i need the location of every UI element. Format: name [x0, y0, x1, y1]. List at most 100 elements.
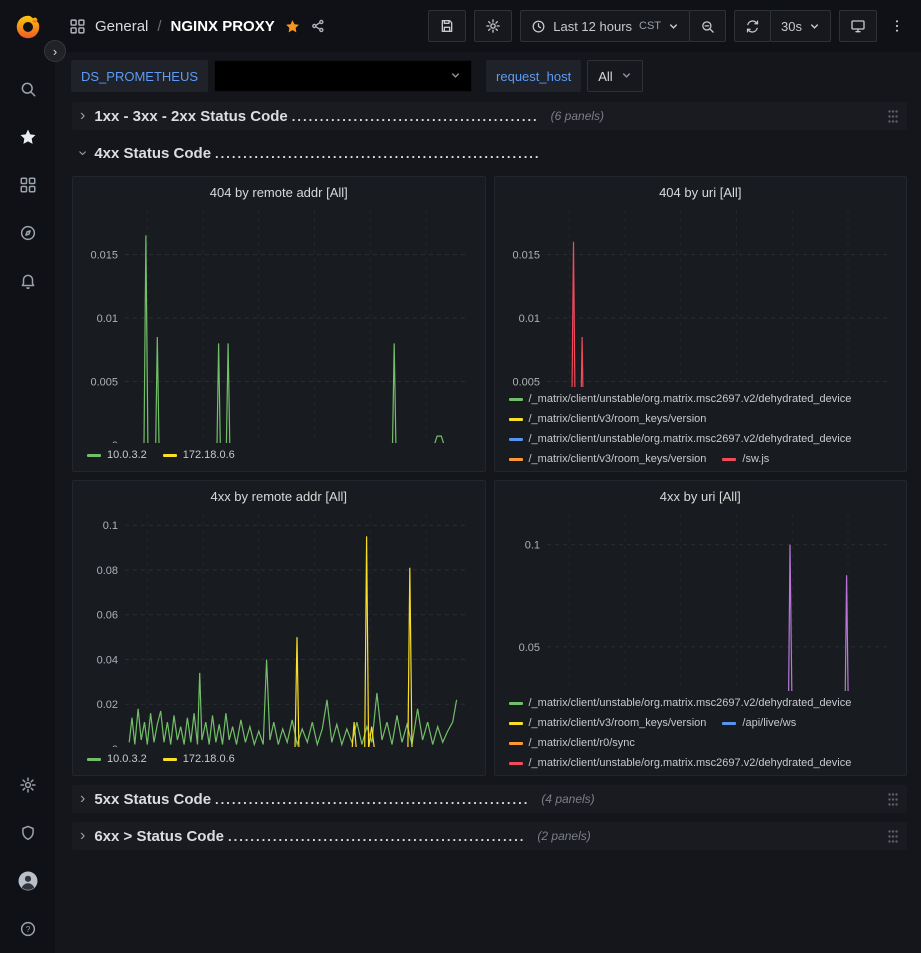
legend-label: /sw.js	[742, 449, 769, 467]
legend-item[interactable]: /_matrix/client/unstable/org.matrix.msc2…	[509, 389, 852, 409]
sidebar-item-server-admin[interactable]	[0, 809, 55, 857]
variable-datasource: DS_PROMETHEUS	[71, 60, 472, 92]
sidebar-item-explore[interactable]	[0, 209, 55, 257]
refresh-interval-picker[interactable]: 30s	[770, 10, 831, 42]
sidebar-item-configuration[interactable]	[0, 761, 55, 809]
svg-text:0: 0	[112, 440, 118, 443]
refresh-icon	[745, 19, 760, 34]
variable-label-ds-prometheus: DS_PROMETHEUS	[71, 60, 208, 92]
legend-item[interactable]: /_matrix/client/r0/sync	[509, 733, 635, 753]
legend-item[interactable]: /api/live/ws	[722, 713, 796, 733]
panel-chart[interactable]: 00.0050.010.01508:0010:0012:0014:0016:00…	[503, 202, 899, 387]
variable-request-host: request_host All	[486, 60, 643, 92]
row-drag-handle[interactable]	[887, 109, 899, 124]
row-title[interactable]: 6xx > Status Code	[94, 828, 224, 845]
row-4xx-status-code[interactable]: › 4xx Status Code ......................…	[72, 139, 907, 167]
panel-title[interactable]: 404 by remote addr [All]	[81, 181, 477, 202]
svg-text:0.05: 0.05	[518, 642, 539, 654]
svg-text:0.005: 0.005	[90, 376, 118, 388]
legend-item[interactable]: 172.18.0.6	[163, 749, 235, 769]
sidebar-item-help[interactable]: ?	[0, 905, 55, 953]
sidebar-item-alerting[interactable]	[0, 257, 55, 305]
panel-chart[interactable]: 00.050.108:0010:0012:0014:0016:0018:00	[503, 506, 899, 691]
legend-row: /_matrix/client/r0/sync	[509, 733, 897, 753]
clock-icon	[531, 19, 546, 34]
datasource-select[interactable]	[214, 60, 472, 92]
breadcrumb: General / NGINX PROXY	[69, 18, 420, 35]
row-6xx-status-code[interactable]: › 6xx > Status Code ....................…	[72, 822, 907, 850]
dashboard-canvas: › 1xx - 3xx - 2xx Status Code ..........…	[55, 98, 921, 953]
legend-row: 10.0.3.2 172.18.0.6	[87, 445, 475, 465]
refresh-button[interactable]	[734, 10, 771, 42]
save-dashboard-button[interactable]	[428, 10, 466, 42]
legend-item[interactable]: 10.0.3.2	[87, 749, 147, 769]
sidebar-expand-button[interactable]: ›	[44, 40, 66, 62]
cycle-view-mode-button[interactable]	[839, 10, 877, 42]
row-title[interactable]: 5xx Status Code	[94, 791, 211, 808]
legend-label: /_matrix/client/unstable/org.matrix.msc2…	[529, 753, 852, 771]
breadcrumb-section[interactable]: General	[95, 18, 148, 35]
row-drag-handle[interactable]	[887, 829, 899, 844]
time-range-picker[interactable]: Last 12 hours CST	[520, 10, 690, 42]
share-icon[interactable]	[310, 18, 326, 34]
legend-item[interactable]: /_matrix/client/unstable/org.matrix.msc2…	[509, 753, 852, 771]
legend-label: /api/live/ws	[742, 713, 796, 733]
svg-text:0.005: 0.005	[512, 376, 540, 387]
legend-item[interactable]: /_matrix/client/unstable/org.matrix.msc2…	[509, 693, 852, 713]
sidebar-item-dashboards[interactable]	[0, 161, 55, 209]
more-options-button[interactable]	[885, 10, 909, 42]
panel-chart[interactable]: 00.0050.010.01508:0010:0012:0014:0016:00…	[81, 202, 477, 443]
header-toolbar: Last 12 hours CST	[428, 10, 909, 42]
drag-dots-icon	[887, 109, 899, 124]
panel-chart[interactable]: 00.020.040.060.080.108:0010:0012:0014:00…	[81, 506, 477, 747]
star-icon	[18, 127, 38, 147]
main-area: General / NGINX PROXY	[55, 0, 921, 953]
row-title[interactable]: 4xx Status Code	[94, 145, 211, 162]
breadcrumb-title[interactable]: NGINX PROXY	[171, 18, 275, 35]
legend-row: /_matrix/client/unstable/org.matrix.msc2…	[509, 429, 897, 449]
legend-swatch	[509, 438, 523, 441]
legend-row: /_matrix/client/v3/room_keys/version	[509, 409, 897, 429]
panel-title[interactable]: 4xx by uri [All]	[503, 485, 899, 506]
panel-title[interactable]: 404 by uri [All]	[503, 181, 899, 202]
svg-text:0.015: 0.015	[512, 249, 540, 261]
legend-label: /_matrix/client/unstable/org.matrix.msc2…	[529, 429, 852, 449]
shield-icon	[19, 824, 37, 842]
legend-row: /_matrix/client/v3/room_keys/version/api…	[509, 713, 897, 733]
legend-item[interactable]: /_matrix/client/unstable/org.matrix.msc2…	[509, 429, 852, 449]
legend-swatch	[722, 458, 736, 461]
dashboards-grid-icon	[19, 176, 37, 194]
legend-label: 10.0.3.2	[107, 445, 147, 465]
request-host-select[interactable]: All	[587, 60, 642, 92]
legend-item[interactable]: /_matrix/client/v3/room_keys/version	[509, 713, 707, 733]
row-title-dots: ........................................…	[215, 146, 541, 161]
legend-swatch	[87, 454, 101, 457]
grafana-logo-icon	[13, 12, 43, 42]
legend-row: /_matrix/client/v3/room_keys/version/sw.…	[509, 449, 897, 467]
row-1xx-3xx-2xx-status-code[interactable]: › 1xx - 3xx - 2xx Status Code ..........…	[72, 102, 907, 130]
kebab-menu-icon	[889, 18, 905, 34]
sidebar-item-starred[interactable]	[0, 113, 55, 161]
row-title-dots: ........................................…	[228, 829, 525, 844]
grafana-logo-icon[interactable]	[13, 12, 43, 47]
zoom-out-button[interactable]	[689, 10, 726, 42]
row-title[interactable]: 1xx - 3xx - 2xx Status Code	[94, 108, 287, 125]
legend-item[interactable]: 172.18.0.6	[163, 445, 235, 465]
compass-icon	[19, 224, 37, 242]
legend-item[interactable]: 10.0.3.2	[87, 445, 147, 465]
sidebar-item-profile[interactable]	[0, 857, 55, 905]
row-5xx-status-code[interactable]: › 5xx Status Code ......................…	[72, 785, 907, 813]
dashboard-settings-button[interactable]	[474, 10, 512, 42]
legend-item[interactable]: /_matrix/client/v3/room_keys/version	[509, 449, 707, 467]
sidebar-item-search[interactable]	[0, 65, 55, 113]
svg-text:0.06: 0.06	[97, 610, 118, 622]
row-drag-handle[interactable]	[887, 792, 899, 807]
legend-swatch	[509, 458, 523, 461]
legend-item[interactable]: /sw.js	[722, 449, 769, 467]
row-collapse-chevron-icon: ›	[80, 107, 85, 125]
monitor-icon	[850, 18, 866, 34]
legend-item[interactable]: /_matrix/client/v3/room_keys/version	[509, 409, 707, 429]
panel-title[interactable]: 4xx by remote addr [All]	[81, 485, 477, 506]
svg-text:0.1: 0.1	[524, 540, 539, 552]
favorite-star-icon[interactable]	[284, 18, 301, 35]
